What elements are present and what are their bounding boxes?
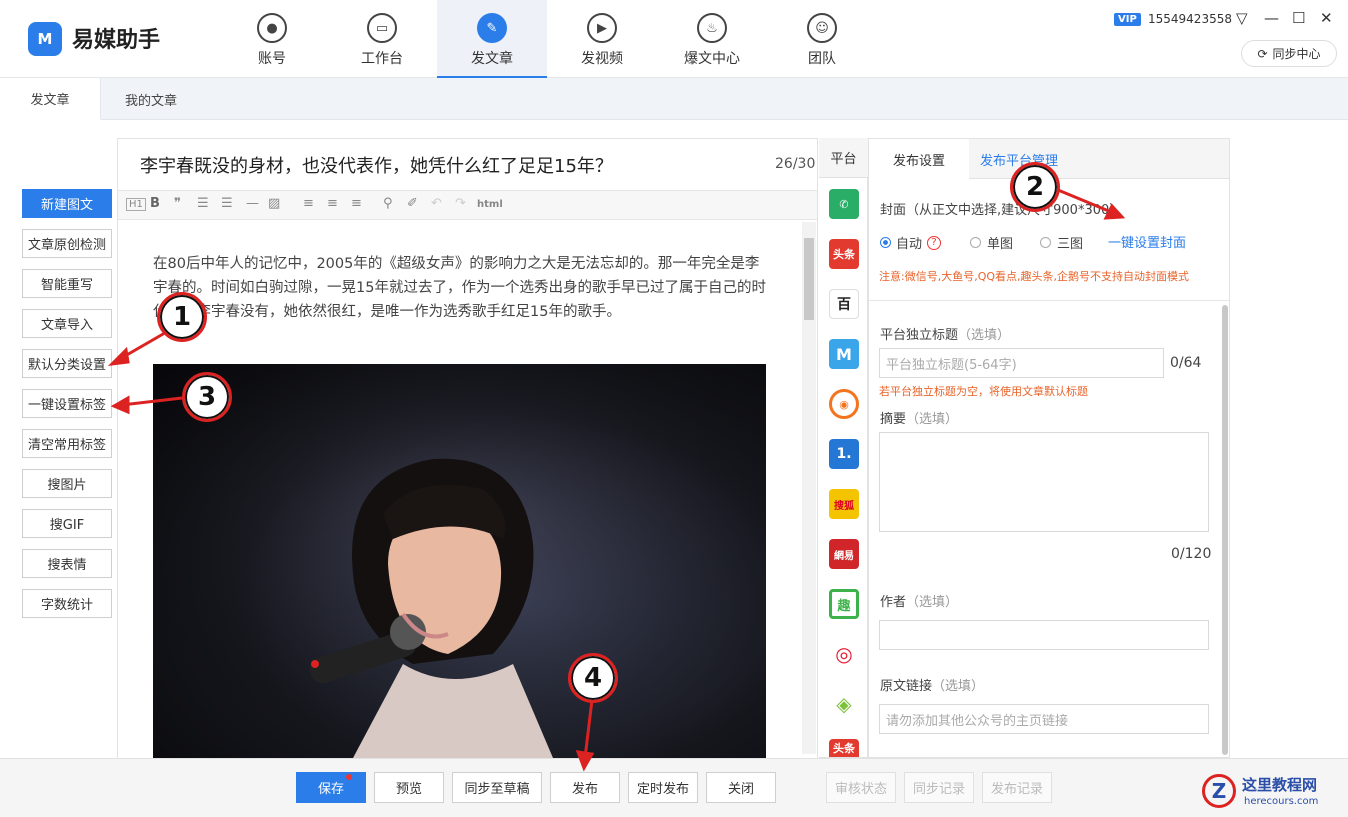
watermark-url: herecours.com	[1244, 796, 1319, 807]
marker-1: 1	[157, 292, 207, 342]
watermark: Z 这里教程网 herecours.com	[1196, 770, 1348, 817]
marker-2: 2	[1010, 162, 1060, 212]
watermark-title: 这里教程网	[1242, 776, 1318, 794]
marker-4: 4	[568, 653, 618, 703]
watermark-logo-icon: Z	[1202, 774, 1236, 808]
marker-3: 3	[182, 372, 232, 422]
